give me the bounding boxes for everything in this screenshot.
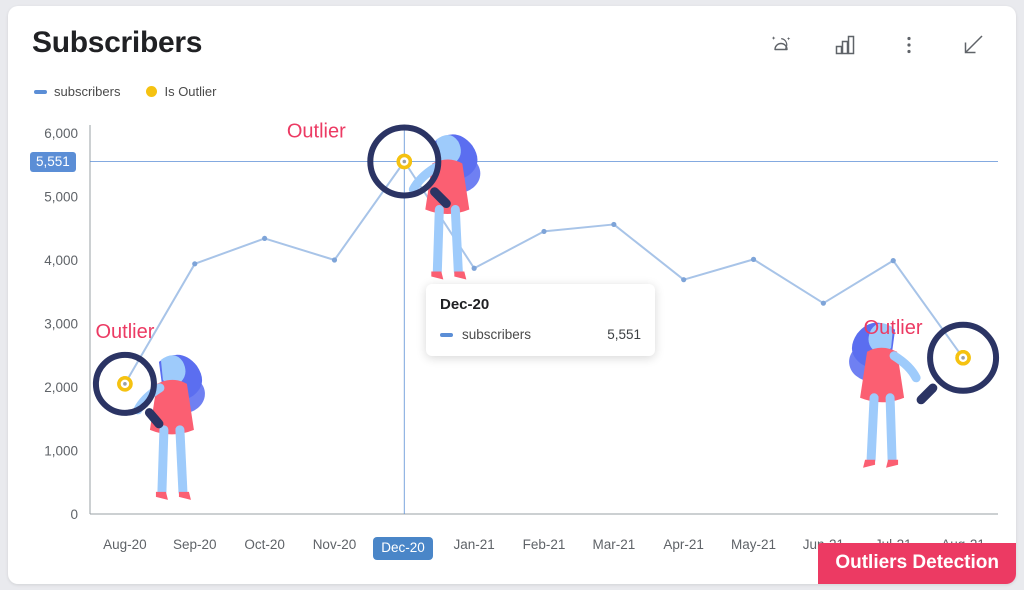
tooltip-series-label: subscribers <box>462 327 532 342</box>
data-point-marker[interactable] <box>262 235 268 242</box>
data-point-marker[interactable] <box>541 228 547 235</box>
analyst-illustration <box>849 322 921 468</box>
outlier-point-center <box>123 382 127 386</box>
x-axis-tick-label[interactable]: May-21 <box>731 537 776 552</box>
chart-card: Subscribers subscribers Is Outlier 0 1,0… <box>8 6 1016 584</box>
data-point-marker[interactable] <box>820 300 826 306</box>
data-point-marker[interactable] <box>331 257 338 263</box>
data-point-marker[interactable] <box>611 221 617 228</box>
outlier-point-center <box>402 159 407 164</box>
tooltip-dash-icon <box>440 332 453 337</box>
data-point-marker[interactable] <box>192 261 198 267</box>
outlier-annotation-label: Outlier <box>95 321 154 343</box>
y-axis-tick-label: 5,000 <box>44 190 78 205</box>
outlier-annotation-label: Outlier <box>864 317 923 339</box>
y-axis-tick-label: 6,000 <box>44 126 78 141</box>
x-axis-tick-label[interactable]: Apr-21 <box>663 537 704 552</box>
data-point-marker[interactable] <box>681 277 687 283</box>
x-axis-tick-label[interactable]: Sep-20 <box>173 537 217 552</box>
y-axis-tick-label: 1,000 <box>44 444 78 459</box>
x-axis-tick-label[interactable]: Aug-20 <box>103 537 147 552</box>
y-value-highlight-pill: 5,551 <box>30 151 76 172</box>
data-point-marker[interactable] <box>890 258 896 264</box>
x-axis-tick-label[interactable]: Mar-21 <box>592 537 635 552</box>
y-axis-tick-label: 3,000 <box>44 317 78 332</box>
x-axis-tick-label[interactable]: Nov-20 <box>313 537 357 552</box>
y-axis-tick-label: 2,000 <box>44 380 78 395</box>
outlier-annotation-label: Outlier <box>287 121 346 143</box>
tooltip-value: 5,551 <box>607 327 641 342</box>
screenshot-root: Subscribers subscribers Is Outlier 0 1,0… <box>0 0 1024 590</box>
tooltip-row: subscribers 5,551 <box>440 327 641 342</box>
x-axis-tick-label[interactable]: Jan-21 <box>454 537 495 552</box>
data-point-marker[interactable] <box>471 265 477 271</box>
analyst-illustration <box>133 354 205 500</box>
x-axis-tick-label[interactable]: Oct-20 <box>244 537 285 552</box>
outliers-detection-banner: Outliers Detection <box>818 543 1016 584</box>
outlier-point-center <box>961 355 965 360</box>
y-axis-tick-label: 4,000 <box>44 253 78 268</box>
tooltip-title: Dec-20 <box>440 296 490 313</box>
y-axis-tick-label: 0 <box>70 507 78 522</box>
chart-tooltip: Dec-20 subscribers 5,551 <box>426 284 655 356</box>
x-category-highlight-pill: Dec-20 <box>373 537 433 560</box>
data-point-marker[interactable] <box>750 256 757 262</box>
x-axis-tick-label[interactable]: Feb-21 <box>523 537 566 552</box>
